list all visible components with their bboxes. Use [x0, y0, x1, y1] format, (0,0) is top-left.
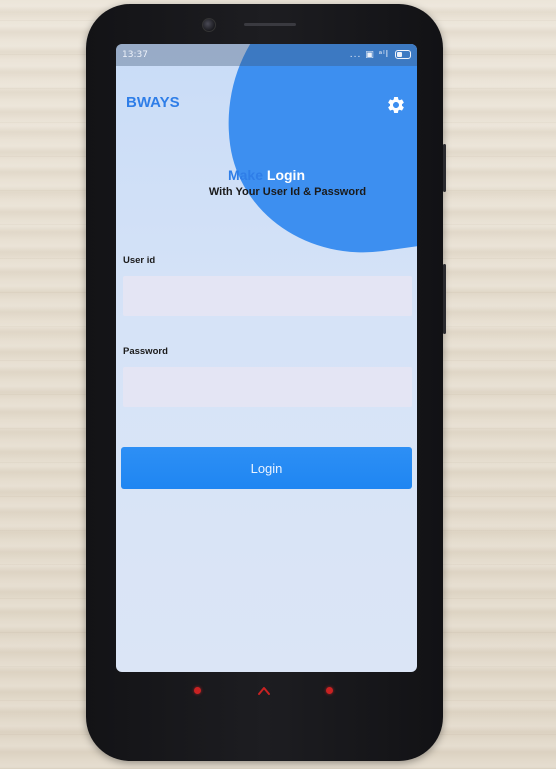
signal-icons: ... ▣ ᵃˡl: [349, 50, 390, 60]
menu-icon[interactable]: [194, 687, 201, 694]
password-label: Password: [123, 346, 168, 357]
status-time: 13:37: [122, 50, 148, 60]
earpiece: [244, 23, 296, 26]
login-heading: Make Login With Your User Id & Password: [116, 167, 417, 198]
user-id-input[interactable]: [123, 276, 412, 316]
volume-button: [443, 264, 446, 334]
power-button: [443, 144, 446, 192]
user-id-label: User id: [123, 255, 156, 266]
home-icon[interactable]: [257, 686, 271, 696]
battery-icon: [395, 50, 411, 59]
app-title: BWAYS: [126, 94, 180, 111]
password-input[interactable]: [123, 367, 412, 407]
login-button[interactable]: Login: [121, 447, 412, 489]
back-icon[interactable]: [326, 687, 333, 694]
heading-title-part2: Login: [266, 167, 306, 183]
gear-icon[interactable]: [386, 95, 406, 115]
status-bar: 13:37 ... ▣ ᵃˡl: [116, 44, 417, 66]
phone-screen: 13:37 ... ▣ ᵃˡl BWAYS Make Login With Yo…: [116, 44, 417, 672]
decorative-blob: [208, 44, 417, 271]
phone-device: 13:37 ... ▣ ᵃˡl BWAYS Make Login With Yo…: [86, 4, 446, 761]
heading-subtitle: With Your User Id & Password: [208, 186, 367, 198]
status-indicators: ... ▣ ᵃˡl: [350, 44, 411, 66]
heading-title-part1: Make: [227, 167, 267, 183]
front-camera: [202, 18, 216, 32]
heading-title: Make Login: [116, 167, 417, 183]
